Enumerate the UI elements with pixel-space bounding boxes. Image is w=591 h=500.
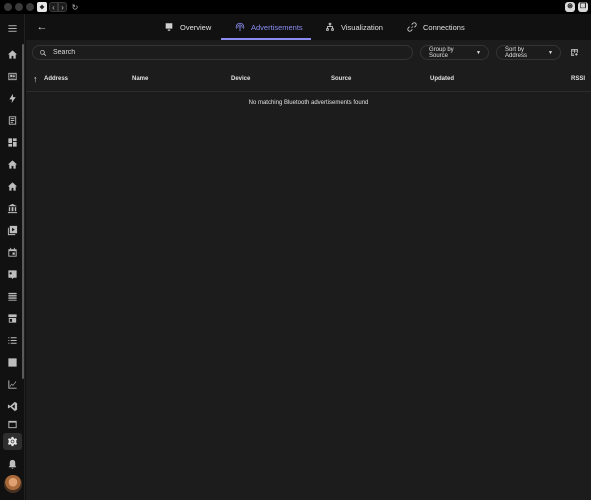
library-icon[interactable] (3, 200, 22, 217)
media-icon[interactable] (3, 222, 22, 239)
network-icon (326, 22, 334, 31)
tab-overview[interactable]: Overview (164, 14, 211, 40)
code-icon[interactable] (3, 398, 22, 415)
share-icon[interactable]: ❐ (578, 2, 588, 12)
broadcast-icon (235, 22, 245, 32)
tab-visualization-label: Visualization (341, 22, 383, 32)
logbook-icon[interactable] (3, 112, 22, 129)
column-header-device[interactable]: Device (231, 76, 250, 82)
back-arrow-icon[interactable]: ← (36, 21, 48, 33)
terminal-icon[interactable] (3, 420, 22, 429)
home-icon[interactable] (3, 46, 22, 63)
table-settings-icon (570, 48, 578, 56)
checklist-icon[interactable] (3, 332, 22, 349)
image-icon[interactable] (3, 354, 22, 371)
column-header-address[interactable]: Address (44, 76, 68, 82)
column-header-name[interactable]: Name (132, 76, 148, 82)
news-icon[interactable] (3, 68, 22, 85)
browser-chrome: ‹ › ↻ ⊛ ❐ (0, 0, 591, 14)
zoom-window-button[interactable] (26, 3, 34, 11)
browser-back-button[interactable]: ‹ (49, 2, 58, 12)
main-panel: Group by Source ▼ Sort by Address ▼ ↑ Ad… (26, 40, 591, 500)
sort-by-dropdown[interactable]: Sort by Address ▼ (496, 45, 561, 60)
home-icon[interactable] (3, 156, 22, 173)
avatar[interactable] (4, 475, 22, 493)
close-window-button[interactable] (4, 3, 12, 11)
search-field[interactable] (32, 45, 413, 60)
home-icon[interactable] (3, 178, 22, 195)
store-icon[interactable] (3, 310, 22, 327)
dashboard-icon[interactable] (3, 134, 22, 151)
link-icon (407, 22, 417, 32)
column-header-source[interactable]: Source (331, 76, 351, 82)
sort-ascending-icon[interactable]: ↑ (33, 74, 38, 84)
energy-icon[interactable] (3, 90, 22, 107)
reload-icon[interactable]: ↻ (70, 2, 80, 12)
site-favicon-icon (37, 2, 47, 12)
menu-icon[interactable] (3, 20, 22, 37)
column-header-updated[interactable]: Updated (430, 76, 454, 82)
calendar-icon[interactable] (3, 244, 22, 261)
tab-connections-label: Connections (423, 22, 465, 32)
caret-down-icon: ▼ (476, 49, 481, 56)
group-by-dropdown[interactable]: Group by Source ▼ (420, 45, 489, 60)
column-header-rssi[interactable]: RSSI (571, 76, 585, 82)
table-header: ↑ Address Name Device Source Updated RSS… (26, 68, 591, 92)
sidebar-scrollbar[interactable] (22, 44, 24, 379)
extension-icon[interactable]: ⊛ (565, 2, 575, 12)
browser-forward-button[interactable]: › (58, 2, 67, 12)
group-by-label: Group by Source (429, 46, 454, 59)
tab-visualization[interactable]: Visualization (325, 14, 383, 40)
tab-overview-label: Overview (180, 22, 212, 32)
caret-down-icon: ▼ (548, 49, 553, 56)
settings-icon[interactable] (3, 433, 22, 450)
search-icon (40, 49, 47, 56)
search-input[interactable] (53, 49, 393, 56)
chart-icon[interactable] (3, 376, 22, 393)
minimize-window-button[interactable] (15, 3, 23, 11)
sidebar (0, 14, 25, 500)
top-tab-bar: ← Overview Advertisements Visualization … (26, 14, 591, 40)
badge-icon[interactable] (3, 266, 22, 283)
tab-advertisements-label: Advertisements (251, 22, 303, 32)
table-settings-button[interactable] (568, 46, 580, 58)
list-icon[interactable] (3, 288, 22, 305)
tab-connections[interactable]: Connections (407, 14, 465, 40)
bell-icon[interactable] (3, 456, 22, 473)
tab-advertisements[interactable]: Advertisements (235, 14, 303, 40)
empty-state-message: No matching Bluetooth advertisements fou… (248, 100, 369, 106)
monitor-icon (165, 23, 173, 31)
sort-by-label: Sort by Address (505, 46, 528, 59)
